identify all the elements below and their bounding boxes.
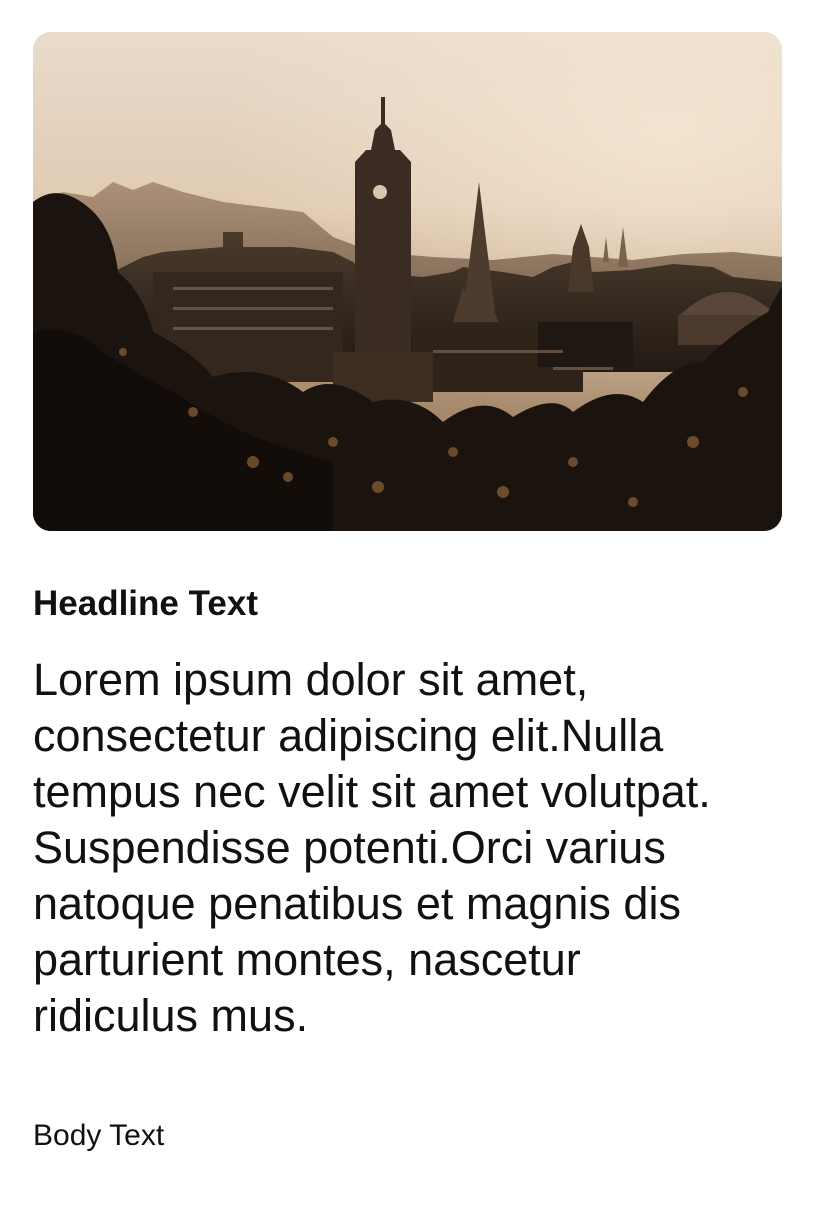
lead-line: consectetur adipiscing elit.Nulla [33, 710, 664, 761]
body-text-caption: Body Text [33, 1119, 165, 1152]
content-card: Headline Text Lorem ipsum dolor sit amet… [0, 0, 814, 1219]
lead-line: Suspendisse potenti.Orci varius [33, 822, 666, 873]
lead-line: natoque penatibus et magnis dis [33, 878, 681, 929]
lead-line: ridiculus mus. [33, 990, 309, 1041]
hero-image [33, 32, 782, 531]
headline: Headline Text [33, 584, 258, 623]
lead-line: parturient montes, nascetur [33, 934, 581, 985]
lead-paragraph: Lorem ipsum dolor sit amet, consectetur … [33, 652, 778, 1044]
skyline-illustration [33, 32, 782, 531]
lead-line: tempus nec velit sit amet volutpat. [33, 766, 711, 817]
lead-line: Lorem ipsum dolor sit amet, [33, 654, 589, 705]
